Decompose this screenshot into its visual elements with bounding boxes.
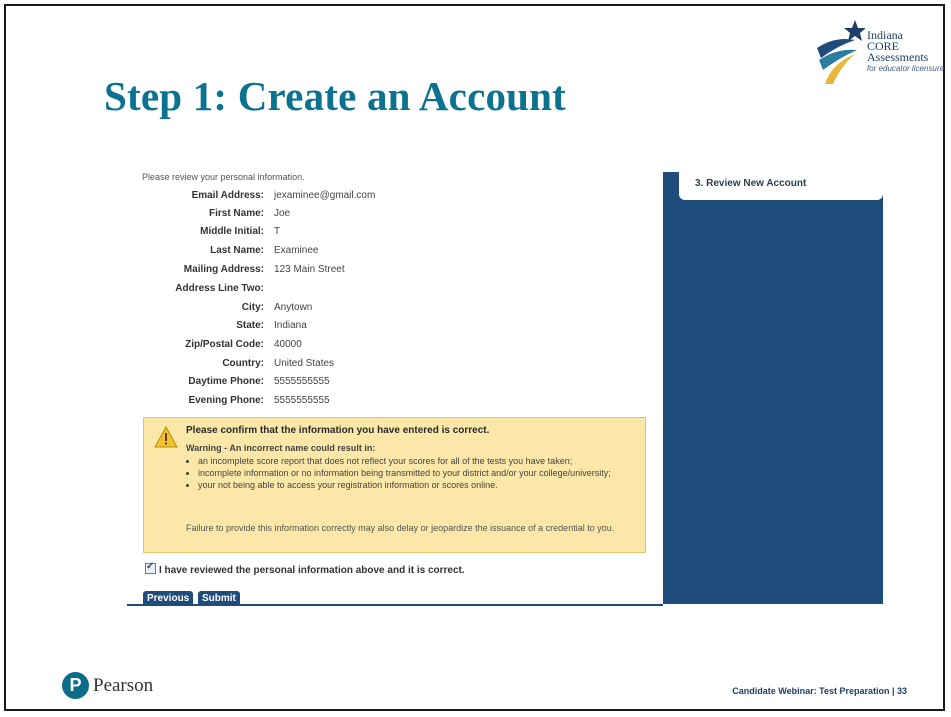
confirm-checkbox[interactable]	[145, 561, 156, 574]
field-row: State: Indiana	[130, 320, 650, 334]
logo-line-3: Assessments	[867, 50, 929, 64]
warning-footnote: Failure to provide this information corr…	[186, 523, 615, 533]
field-value: 5555555555	[274, 395, 330, 406]
pearson-wordmark: Pearson	[93, 675, 154, 696]
slide-title: Step 1: Create an Account	[104, 73, 567, 119]
step-review-account: 3. Review New Account	[695, 178, 807, 189]
sidebar-panel	[663, 172, 883, 604]
indiana-core-logo: Indiana CORE Assessments for educator li…	[815, 18, 945, 88]
logo-line-4: for educator licensure	[867, 64, 944, 73]
field-label: Evening Phone:	[188, 395, 264, 406]
field-value: Examinee	[274, 245, 319, 256]
warning-subtitle: Warning - An incorrect name could result…	[186, 443, 376, 453]
field-label: City:	[241, 302, 264, 313]
field-row: Address Line Two:	[130, 283, 650, 297]
slide-footer: Candidate Webinar: Test Preparation | 33	[732, 686, 907, 696]
field-label: Country:	[222, 358, 264, 369]
field-value: 5555555555	[274, 376, 330, 387]
field-value: Anytown	[274, 302, 313, 313]
field-value: 40000	[274, 339, 302, 350]
field-label: Address Line Two:	[175, 283, 264, 294]
field-row: Evening Phone: 5555555555	[130, 395, 650, 409]
form-intro: Please review your personal information.	[142, 172, 305, 182]
field-value: 123 Main Street	[274, 264, 345, 275]
warning-icon	[154, 426, 178, 448]
field-label: Daytime Phone:	[188, 376, 264, 387]
field-label: Mailing Address:	[183, 264, 264, 275]
form-bottom-bar	[127, 604, 663, 606]
field-label: Last Name:	[210, 245, 264, 256]
field-value: Joe	[274, 208, 291, 219]
warning-item: incomplete information or no information…	[198, 468, 638, 479]
field-row: Email Address: jexaminee@gmail.com	[130, 190, 650, 204]
field-label: Zip/Postal Code:	[185, 339, 264, 350]
field-value: T	[274, 226, 281, 237]
logo-swoosh-icon	[817, 20, 866, 84]
field-row: Last Name: Examinee	[130, 245, 650, 259]
steps-card: 3. Review New Account	[679, 172, 883, 200]
warning-title: Please confirm that the information you …	[186, 425, 490, 436]
field-row: Daytime Phone: 5555555555	[130, 376, 650, 390]
warning-list: an incomplete score report that does not…	[186, 456, 638, 492]
field-label: Email Address:	[191, 190, 264, 201]
confirm-row: I have reviewed the personal information…	[145, 561, 465, 576]
field-value: jexaminee@gmail.com	[274, 190, 376, 201]
confirm-label: I have reviewed the personal information…	[159, 565, 465, 576]
field-label: Middle Initial:	[200, 226, 264, 237]
field-row: Middle Initial: T	[130, 226, 650, 240]
field-value: United States	[274, 358, 335, 369]
warning-item: your not being able to access your regis…	[198, 480, 638, 491]
warning-box: Please confirm that the information you …	[143, 417, 646, 553]
field-row: Mailing Address: 123 Main Street	[130, 264, 650, 278]
warning-item: an incomplete score report that does not…	[198, 456, 638, 467]
field-label: First Name:	[208, 208, 264, 219]
field-value: Indiana	[274, 320, 307, 331]
pearson-p-icon: P	[62, 672, 89, 699]
field-label: State:	[236, 320, 264, 331]
field-row: City: Anytown	[130, 302, 650, 316]
field-row: Zip/Postal Code: 40000	[130, 339, 650, 353]
field-row: First Name: Joe	[130, 208, 650, 222]
field-row: Country: United States	[130, 358, 650, 372]
